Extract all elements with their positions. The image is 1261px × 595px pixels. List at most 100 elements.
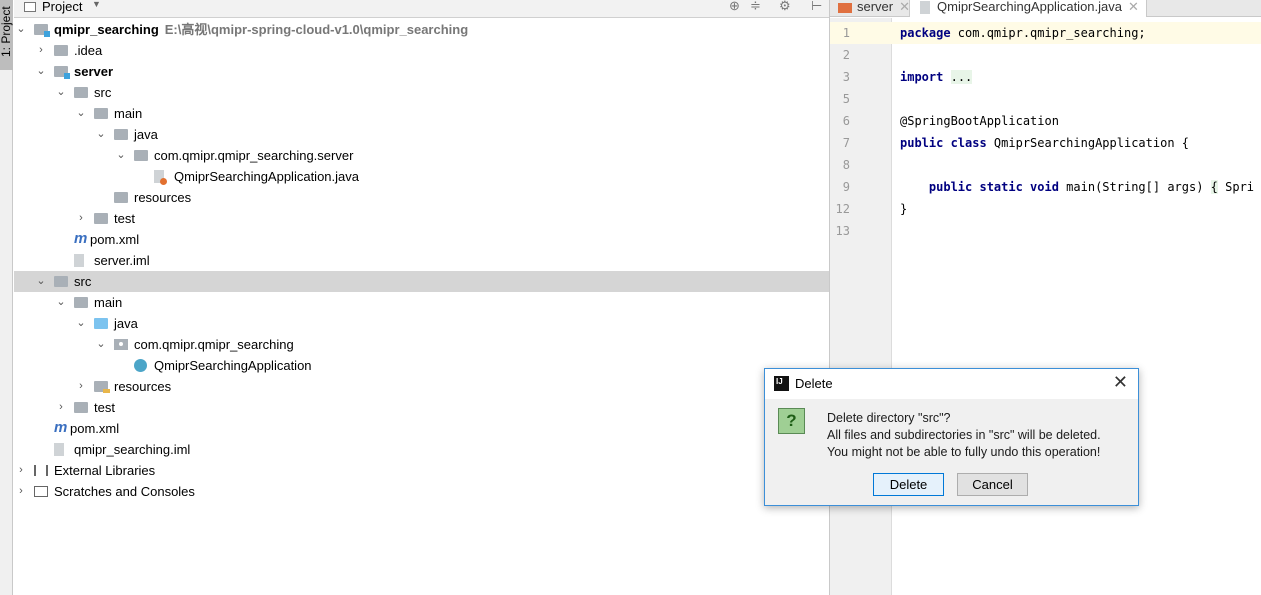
code-line[interactable]: public class QmiprSearchingApplication {	[892, 132, 1261, 154]
chevron-down-icon[interactable]: ⌄	[36, 271, 46, 292]
dialog-title-bar: IJ Delete ✕	[765, 369, 1138, 399]
chevron-down-icon[interactable]: ⌄	[76, 103, 86, 124]
editor-tabs: server ✕ QmiprSearchingApplication.java ✕	[830, 0, 1261, 17]
tree-item[interactable]: ⌄ src	[14, 82, 829, 103]
folder-icon	[94, 213, 108, 224]
chevron-right-icon[interactable]: ›	[76, 376, 86, 397]
package-icon	[114, 339, 128, 350]
tree-item[interactable]: server.iml	[14, 250, 829, 271]
tree-item[interactable]: resources	[14, 187, 829, 208]
message-line: All files and subdirectories in "src" wi…	[827, 428, 1101, 442]
gear-icon[interactable]: ⚙	[779, 0, 791, 14]
project-panel-header: Project ▼ ⊕ ≑ ⚙ ⊢	[14, 0, 829, 18]
tree-item[interactable]: ⌄ com.qmipr.qmipr_searching	[14, 334, 829, 355]
item-name: QmiprSearchingApplication	[154, 358, 312, 373]
item-name: External Libraries	[54, 463, 156, 478]
code-line[interactable]: public static void main(String[] args) {…	[892, 176, 1261, 198]
scratches-icon	[34, 486, 48, 497]
chevron-right-icon[interactable]: ›	[56, 397, 66, 418]
tree-item[interactable]: m pom.xml	[14, 229, 829, 250]
tree-item[interactable]: ⌄ com.qmipr.qmipr_searching.server	[14, 145, 829, 166]
line-number: 2	[842, 48, 850, 62]
item-name: src	[94, 85, 112, 100]
tree-item-label: src	[74, 271, 91, 292]
maven-icon: m	[54, 419, 68, 436]
tree-item-label: java	[114, 313, 138, 334]
tree-item[interactable]: › test	[14, 208, 829, 229]
item-name: com.qmipr.qmipr_searching	[134, 337, 294, 352]
hide-icon[interactable]: ⊢	[811, 0, 822, 14]
collapse-all-icon[interactable]: ≑	[750, 0, 761, 14]
tree-item[interactable]: › test	[14, 397, 829, 418]
tree-item[interactable]: ⌄ java	[14, 313, 829, 334]
chevron-right-icon[interactable]: ›	[76, 208, 86, 229]
code-line[interactable]	[892, 44, 1261, 66]
chevron-down-icon[interactable]: ⌄	[56, 82, 66, 103]
tab-server[interactable]: server ✕	[830, 0, 910, 17]
resources-folder-icon	[94, 381, 110, 393]
chevron-down-icon[interactable]: ⌄	[16, 19, 26, 40]
code-line[interactable]	[892, 154, 1261, 176]
xml-file-icon	[838, 3, 852, 13]
close-icon[interactable]: ✕	[1113, 372, 1128, 393]
chevron-down-icon[interactable]: ▼	[92, 0, 101, 9]
tree-item[interactable]: ⌄ server	[14, 61, 829, 82]
tree-item[interactable]: m pom.xml	[14, 418, 829, 439]
tree-item-label: java	[134, 124, 158, 145]
folder-icon	[74, 297, 88, 308]
item-name: qmipr_searching	[54, 22, 159, 37]
tree-item[interactable]: › resources	[14, 376, 829, 397]
item-name: com.qmipr.qmipr_searching.server	[154, 148, 354, 163]
line-number: 12	[835, 202, 850, 216]
tree-item-label: com.qmipr.qmipr_searching.server	[154, 145, 353, 166]
chevron-down-icon[interactable]: ⌄	[96, 124, 106, 145]
code-line[interactable]	[892, 88, 1261, 110]
tree-item[interactable]: ⌄ src	[14, 271, 829, 292]
code-line[interactable]: }	[892, 198, 1261, 220]
module-folder-icon	[34, 24, 50, 37]
code-area[interactable]: package com.qmipr.qmipr_searching;import…	[892, 18, 1261, 595]
chevron-down-icon[interactable]: ⌄	[76, 313, 86, 334]
code-line[interactable]: import ...	[892, 66, 1261, 88]
item-name: Scratches and Consoles	[54, 484, 195, 499]
line-number: 6	[842, 114, 850, 128]
source-folder-icon	[94, 318, 108, 329]
tree-item[interactable]: QmiprSearchingApplication.java	[14, 166, 829, 187]
tree-item[interactable]: ⌄ qmipr_searching E:\高视\qmipr-spring-cloud…	[14, 19, 829, 40]
tree-item[interactable]: QmiprSearchingApplication	[14, 355, 829, 376]
item-name: qmipr_searching.iml	[74, 442, 191, 457]
tree-item[interactable]: qmipr_searching.iml	[14, 439, 829, 460]
project-view-dropdown[interactable]: Project	[42, 0, 82, 14]
tree-item[interactable]: ⌄ java	[14, 124, 829, 145]
chevron-down-icon[interactable]: ⌄	[56, 292, 66, 313]
folder-icon	[54, 45, 68, 56]
chevron-right-icon[interactable]: ›	[36, 40, 46, 61]
cancel-button[interactable]: Cancel	[957, 473, 1028, 496]
chevron-right-icon[interactable]: ›	[16, 460, 26, 481]
project-tree[interactable]: ⌄ qmipr_searching E:\高视\qmipr-spring-cloud…	[14, 19, 829, 502]
chevron-down-icon[interactable]: ⌄	[36, 61, 46, 82]
tree-item-label: Scratches and Consoles	[54, 481, 195, 502]
tree-item-label: .idea	[74, 40, 102, 61]
tab-label: QmiprSearchingApplication.java	[937, 0, 1122, 14]
tree-item[interactable]: › External Libraries	[14, 460, 829, 481]
project-tool-window-button[interactable]: 1: Project	[0, 0, 13, 70]
tree-item-label: resources	[134, 187, 191, 208]
tree-item[interactable]: ⌄ main	[14, 292, 829, 313]
delete-button[interactable]: Delete	[873, 473, 944, 496]
chevron-down-icon[interactable]: ⌄	[116, 145, 126, 166]
tab-qmipr-searching-application[interactable]: QmiprSearchingApplication.java ✕	[909, 0, 1147, 17]
code-line[interactable]: package com.qmipr.qmipr_searching;	[892, 22, 1261, 44]
tree-item[interactable]: › .idea	[14, 40, 829, 61]
locate-icon[interactable]: ⊕	[729, 0, 740, 14]
tree-item-label: QmiprSearchingApplication.java	[174, 166, 359, 187]
line-number: 13	[835, 224, 850, 238]
tree-item[interactable]: › Scratches and Consoles	[14, 481, 829, 502]
chevron-right-icon[interactable]: ›	[16, 481, 26, 502]
tree-item[interactable]: ⌄ main	[14, 103, 829, 124]
code-line[interactable]	[892, 220, 1261, 242]
item-name: .idea	[74, 43, 103, 58]
code-line[interactable]: @SpringBootApplication	[892, 110, 1261, 132]
close-icon[interactable]: ✕	[1128, 0, 1139, 14]
chevron-down-icon[interactable]: ⌄	[96, 334, 106, 355]
